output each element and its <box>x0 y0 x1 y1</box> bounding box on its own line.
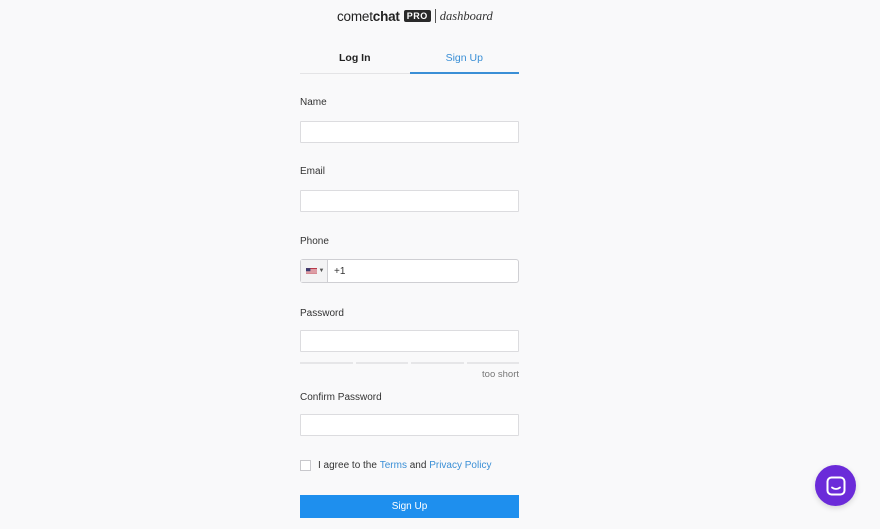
terms-link[interactable]: Terms <box>380 460 407 471</box>
phone-input[interactable] <box>328 261 518 281</box>
password-strength-text: too short <box>482 369 519 380</box>
us-flag-icon <box>305 268 317 274</box>
strength-segment <box>300 362 353 364</box>
terms-checkbox[interactable] <box>300 460 311 471</box>
strength-segment <box>411 362 464 364</box>
tab-log-in[interactable]: Log In <box>300 43 410 74</box>
strength-segment <box>355 362 408 364</box>
chat-icon <box>826 476 845 495</box>
logo-divider <box>434 9 436 23</box>
password-strength-meter <box>300 362 519 364</box>
logo-product-name: dashboard <box>439 8 493 23</box>
chat-widget-button[interactable] <box>815 465 856 506</box>
confirm-password-input[interactable] <box>300 414 519 436</box>
logo-chat-text: chat <box>372 8 400 24</box>
privacy-policy-link[interactable]: Privacy Policy <box>429 460 491 471</box>
tab-sign-up[interactable]: Sign Up <box>409 43 519 74</box>
cometchat-logo: comet chat PRO dashboard <box>337 7 493 25</box>
email-input[interactable] <box>300 190 519 212</box>
terms-prefix-text: I agree to the <box>318 460 377 471</box>
terms-and-text: and <box>409 460 427 471</box>
phone-field: ▼ <box>300 259 519 283</box>
terms-agreement: I agree to the Terms and Privacy Policy <box>300 460 491 471</box>
password-label: Password <box>300 308 344 319</box>
logo-pro-badge: PRO <box>403 10 431 22</box>
name-input[interactable] <box>300 121 519 143</box>
chevron-down-icon: ▼ <box>318 268 325 274</box>
email-label: Email <box>300 166 326 177</box>
name-label: Name <box>300 97 327 108</box>
signup-page: comet chat PRO dashboard Log In Sign Up N… <box>0 0 880 529</box>
confirm-password-label: Confirm Password <box>300 392 382 403</box>
sign-up-button[interactable]: Sign Up <box>300 495 519 518</box>
auth-tabs: Log In Sign Up <box>300 43 519 74</box>
logo-comet-text: comet <box>337 8 373 24</box>
password-input[interactable] <box>300 330 519 352</box>
country-code-select[interactable]: ▼ <box>301 260 328 282</box>
phone-label: Phone <box>300 236 329 247</box>
strength-segment <box>466 362 519 364</box>
